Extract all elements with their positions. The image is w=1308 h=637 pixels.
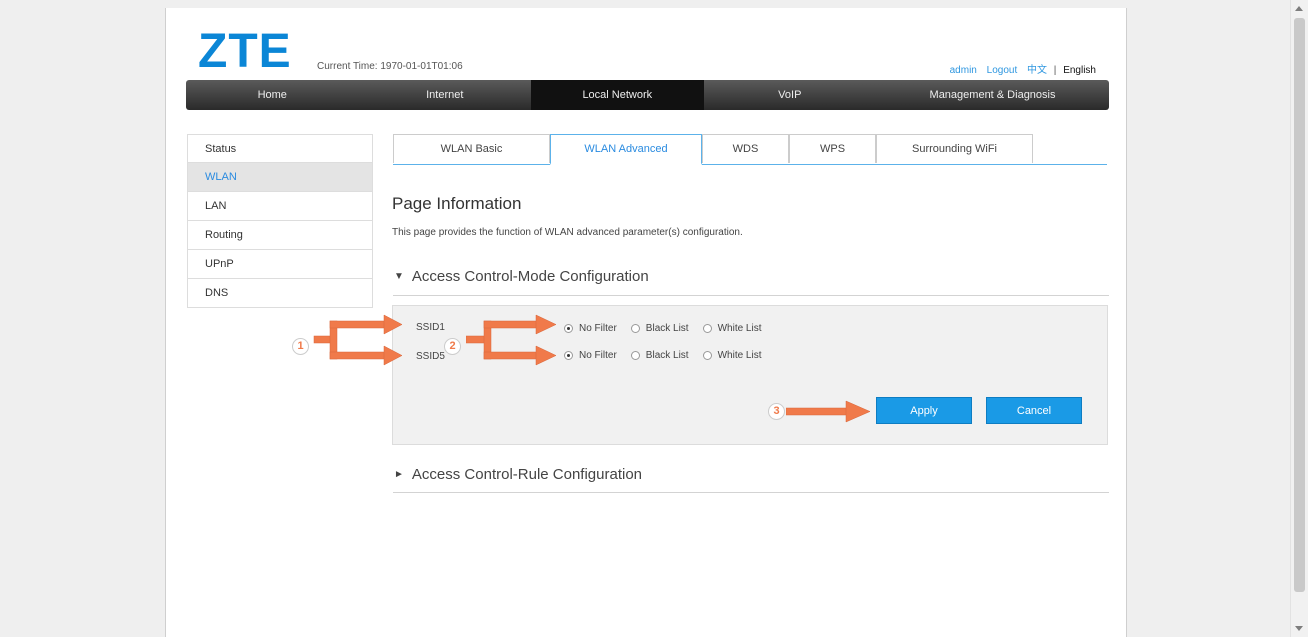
section-access-control-rule[interactable]: ► Access Control-Rule Configuration <box>394 466 642 483</box>
divider <box>393 295 1109 296</box>
annotation-badge-2: 2 <box>444 338 461 355</box>
expanded-triangle-icon: ▼ <box>394 271 404 282</box>
ssid5-white-list-radio[interactable] <box>702 351 712 360</box>
ssid5-black-list-radio[interactable] <box>630 351 640 360</box>
top-links: admin Logout 中文 | English <box>943 61 1096 76</box>
nav-local-network[interactable]: Local Network <box>531 80 704 110</box>
ssid5-filter-options: No Filter Black List White List <box>564 350 776 361</box>
current-time: Current Time: 1970-01-01T01:06 <box>317 61 463 72</box>
annotation-badge-3: 3 <box>768 403 785 420</box>
lang-separator: | <box>1053 65 1057 76</box>
page-scrollbar[interactable] <box>1290 0 1308 637</box>
logout-link[interactable]: Logout <box>987 65 1018 76</box>
black-list-label: Black List <box>645 350 689 361</box>
collapsed-triangle-icon: ► <box>394 469 404 480</box>
section-rule-label: Access Control-Rule Configuration <box>411 466 643 483</box>
nav-management-diagnosis[interactable]: Management & Diagnosis <box>876 80 1109 110</box>
sidebar-item-wlan[interactable]: WLAN <box>187 163 373 192</box>
annotation-badge-1: 1 <box>292 338 309 355</box>
annotation-arrow-3-icon <box>786 400 871 423</box>
lang-english-link[interactable]: English <box>1063 65 1096 76</box>
no-filter-label: No Filter <box>579 323 617 334</box>
no-filter-label: No Filter <box>579 350 617 361</box>
user-link[interactable]: admin <box>950 65 977 76</box>
ssid1-white-list-radio[interactable] <box>702 324 712 333</box>
apply-button[interactable]: Apply <box>876 397 972 424</box>
section-mode-label: Access Control-Mode Configuration <box>411 268 649 285</box>
sidebar-item-lan[interactable]: LAN <box>187 192 373 221</box>
divider <box>393 492 1109 493</box>
sidebar-item-routing[interactable]: Routing <box>187 221 373 250</box>
zte-logo: ZTE <box>198 25 292 78</box>
white-list-label: White List <box>717 350 762 361</box>
sidebar: Status WLAN LAN Routing UPnP DNS <box>187 134 373 308</box>
browser-page: ZTE Current Time: 1970-01-01T01:06 admin… <box>165 8 1127 637</box>
sidebar-item-dns[interactable]: DNS <box>187 279 373 308</box>
ssid5-label: SSID5 <box>416 351 445 362</box>
white-list-label: White List <box>717 323 762 334</box>
cancel-button[interactable]: Cancel <box>986 397 1082 424</box>
main-nav: Home Internet Local Network VoIP Managem… <box>186 80 1109 110</box>
nav-internet[interactable]: Internet <box>359 80 532 110</box>
scroll-thumb[interactable] <box>1294 18 1305 592</box>
tab-wds[interactable]: WDS <box>702 134 789 163</box>
annotation-arrow-2-icon <box>466 314 557 366</box>
ssid1-black-list-radio[interactable] <box>630 324 640 333</box>
page-description: This page provides the function of WLAN … <box>392 227 743 238</box>
nav-voip[interactable]: VoIP <box>704 80 877 110</box>
nav-home[interactable]: Home <box>186 80 359 110</box>
page-title: Page Information <box>392 194 522 213</box>
section-access-control-mode[interactable]: ▼ Access Control-Mode Configuration <box>394 268 649 285</box>
tab-wps[interactable]: WPS <box>789 134 876 163</box>
scroll-down-icon[interactable] <box>1295 626 1303 631</box>
black-list-label: Black List <box>645 323 689 334</box>
annotation-arrow-1-icon <box>313 314 403 366</box>
tab-wlan-basic[interactable]: WLAN Basic <box>393 134 550 163</box>
sidebar-item-status[interactable]: Status <box>187 134 373 163</box>
tab-surrounding-wifi[interactable]: Surrounding WiFi <box>876 134 1033 163</box>
ssid1-filter-options: No Filter Black List White List <box>564 323 776 334</box>
lang-chinese-link[interactable]: 中文 <box>1027 65 1047 76</box>
tab-bar: WLAN Basic WLAN Advanced WDS WPS Surroun… <box>393 134 1107 165</box>
tab-wlan-advanced[interactable]: WLAN Advanced <box>550 134 702 165</box>
ssid1-label: SSID1 <box>416 322 445 333</box>
sidebar-item-upnp[interactable]: UPnP <box>187 250 373 279</box>
scroll-up-icon[interactable] <box>1295 6 1303 11</box>
